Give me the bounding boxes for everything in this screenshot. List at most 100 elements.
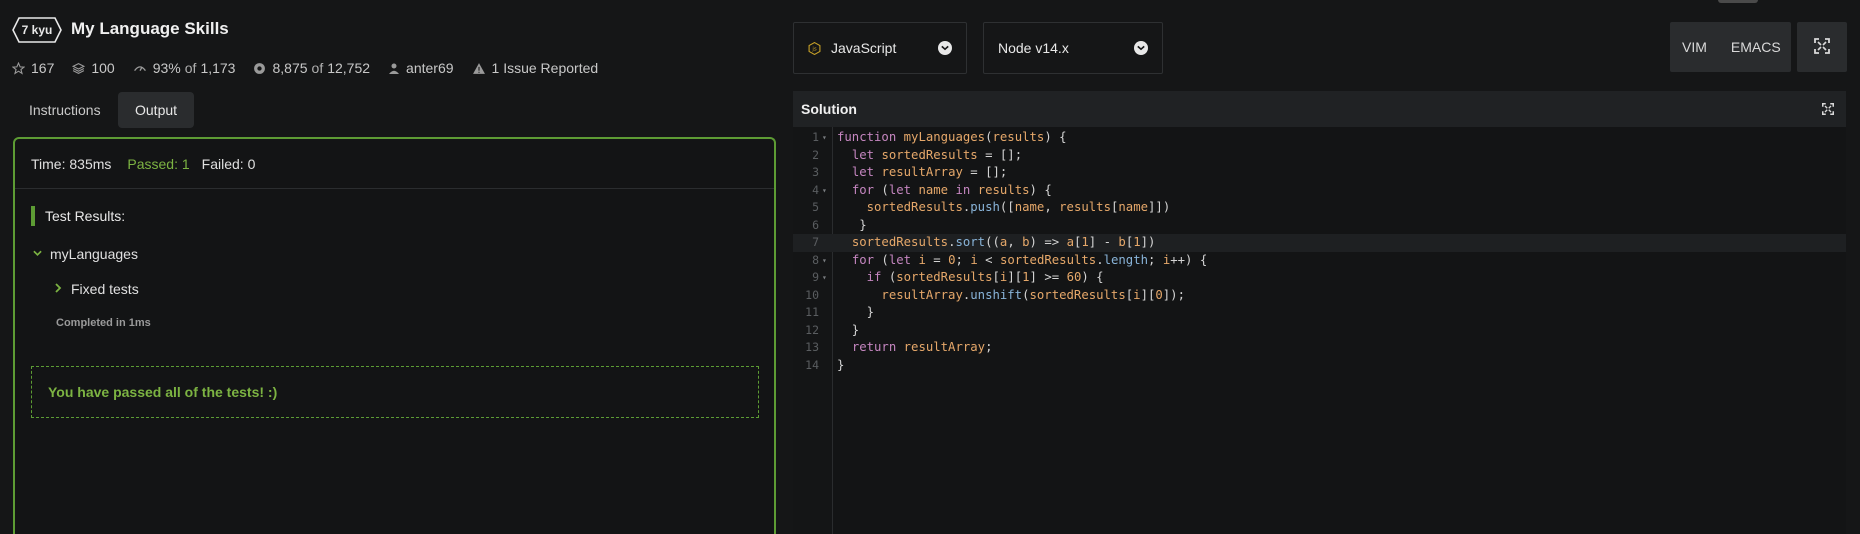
runtime-value: Node v14.x	[998, 40, 1069, 56]
fold-arrow-icon[interactable]: ▾	[822, 269, 827, 287]
code-text: if (sortedResults[i][1] >= 60) {	[866, 270, 1104, 284]
issues-stat[interactable]: 1 Issue Reported	[472, 60, 599, 76]
code-text: sortedResults.sort((a, b) => a[1] - b[1]…	[851, 235, 1156, 249]
line-number: 11	[805, 305, 819, 319]
completed-stat[interactable]: 8,875 of 12,752	[253, 60, 370, 76]
line-number: 1	[812, 130, 819, 144]
author-name: anter69	[406, 60, 454, 76]
editor-mode-group: VIM EMACS	[1670, 22, 1791, 72]
code-line[interactable]: 7 sortedResults.sort((a, b) => a[1] - b[…	[793, 234, 1846, 252]
line-number: 10	[805, 287, 819, 302]
collection-icon	[72, 62, 86, 75]
test-group-mylanguages[interactable]: myLanguages	[33, 246, 138, 262]
star-icon	[12, 61, 25, 75]
test-results-title: Test Results:	[45, 208, 126, 224]
line-number: 7	[812, 235, 819, 249]
issues-label: 1 Issue Reported	[491, 60, 599, 76]
code-text: let sortedResults = [];	[851, 147, 1023, 162]
code-line[interactable]: 4 ▾ for (let name in results) {	[793, 182, 1846, 200]
chevron-down-icon	[938, 41, 952, 55]
code-text: return resultArray;	[851, 340, 993, 354]
line-number: 12	[805, 322, 819, 337]
stars-count: 167	[31, 60, 55, 76]
warning-icon	[472, 62, 486, 75]
language-value: JavaScript	[831, 40, 897, 56]
line-number: 6	[812, 217, 819, 232]
code-line[interactable]: 9 ▾ if (sortedResults[i][1] >= 60) {	[793, 269, 1846, 287]
test-group-label: myLanguages	[50, 246, 138, 262]
code-line[interactable]: 14}	[793, 357, 1846, 375]
code-line[interactable]: 8 ▾ for (let i = 0; i < sortedResults.len…	[793, 252, 1846, 270]
avatar-edge	[1718, 0, 1758, 3]
chevron-down-icon	[33, 249, 42, 260]
author-stat[interactable]: anter69	[388, 60, 454, 76]
test-results-marker	[31, 206, 35, 226]
kata-title[interactable]: My Language Skills	[71, 19, 229, 39]
solution-header: Solution	[793, 91, 1846, 127]
line-number: 13	[805, 340, 819, 354]
language-select[interactable]: js JavaScript	[793, 22, 967, 74]
output-panel: Time: 835ms Passed: 1 Failed: 0 Test Res…	[13, 137, 776, 534]
chevron-down-icon	[1134, 41, 1148, 55]
solution-title: Solution	[801, 101, 857, 117]
passed-label: Passed: 1	[127, 155, 190, 172]
line-number: 4	[812, 182, 819, 197]
tab-instructions[interactable]: Instructions	[12, 92, 118, 128]
code-text: function myLanguages(results) {	[837, 130, 1067, 144]
svg-text:js: js	[811, 46, 817, 52]
rank-label: 7 kyu	[21, 23, 53, 37]
runtime-select[interactable]: Node v14.x	[983, 22, 1163, 74]
tab-output[interactable]: Output	[118, 92, 195, 128]
line-number: 14	[805, 357, 819, 372]
code-line[interactable]: 11 }	[793, 304, 1846, 322]
pass-message: You have passed all of the tests! :)	[48, 384, 278, 400]
satisfaction-stat: 93% of 1,173	[133, 60, 236, 76]
completed-value: 8,875	[272, 60, 308, 76]
code-text: }	[837, 322, 860, 337]
time-label: Time: 835ms	[31, 155, 112, 172]
line-number: 8	[812, 252, 819, 267]
test-subgroup-fixed[interactable]: Fixed tests	[55, 281, 139, 297]
line-number: 9	[812, 270, 819, 284]
emacs-button[interactable]: EMACS	[1719, 39, 1793, 55]
completed-total: 12,752	[327, 60, 371, 76]
code-editor[interactable]: 1 ▾ function myLanguages(results) {2 let s…	[793, 127, 1846, 534]
vim-button[interactable]: VIM	[1670, 39, 1719, 55]
fold-arrow-icon[interactable]: ▾	[822, 182, 827, 200]
author-icon	[388, 62, 400, 75]
code-text: }	[837, 217, 867, 232]
javascript-icon: js	[808, 41, 821, 55]
satisfaction-of: of	[184, 60, 197, 76]
output-summary: Time: 835ms Passed: 1 Failed: 0	[15, 139, 774, 189]
code-line[interactable]: 12 }	[793, 322, 1846, 340]
satisfaction-value: 93%	[152, 60, 181, 76]
rank-badge: 7 kyu	[12, 17, 62, 43]
fold-arrow-icon[interactable]: ▾	[822, 129, 827, 147]
code-line[interactable]: 2 let sortedResults = [];	[793, 147, 1846, 165]
code-text: }	[837, 357, 845, 372]
failed-label: Failed: 0	[201, 155, 256, 172]
code-line[interactable]: 6 }	[793, 217, 1846, 235]
fullscreen-button[interactable]	[1797, 22, 1847, 72]
code-text: for (let i = 0; i < sortedResults.length…	[851, 252, 1208, 267]
satisfaction-icon	[133, 62, 147, 75]
stars-stat[interactable]: 167	[12, 60, 54, 76]
fullscreen-icon	[1814, 37, 1830, 57]
code-text: sortedResults.push([name, results[name]]…	[866, 200, 1171, 214]
code-text: let resultArray = [];	[851, 165, 1008, 179]
chevron-right-icon	[55, 282, 62, 296]
test-subgroup-label: Fixed tests	[71, 281, 139, 297]
collections-stat[interactable]: 100	[72, 60, 115, 76]
code-line[interactable]: 1 ▾ function myLanguages(results) {	[793, 129, 1846, 147]
code-line[interactable]: 13 return resultArray;	[793, 339, 1846, 357]
collections-count: 100	[91, 60, 115, 76]
satisfaction-total: 1,173	[200, 60, 236, 76]
fold-arrow-icon[interactable]: ▾	[822, 252, 827, 270]
code-text: resultArray.unshift(sortedResults[i][0])…	[881, 287, 1185, 302]
code-line[interactable]: 3 let resultArray = [];	[793, 164, 1846, 182]
line-number: 3	[812, 165, 819, 179]
completed-of: of	[311, 60, 324, 76]
code-line[interactable]: 10 resultArray.unshift(sortedResults[i][…	[793, 287, 1846, 305]
expand-icon[interactable]	[1822, 103, 1834, 115]
code-line[interactable]: 5 sortedResults.push([name, results[name…	[793, 199, 1846, 217]
